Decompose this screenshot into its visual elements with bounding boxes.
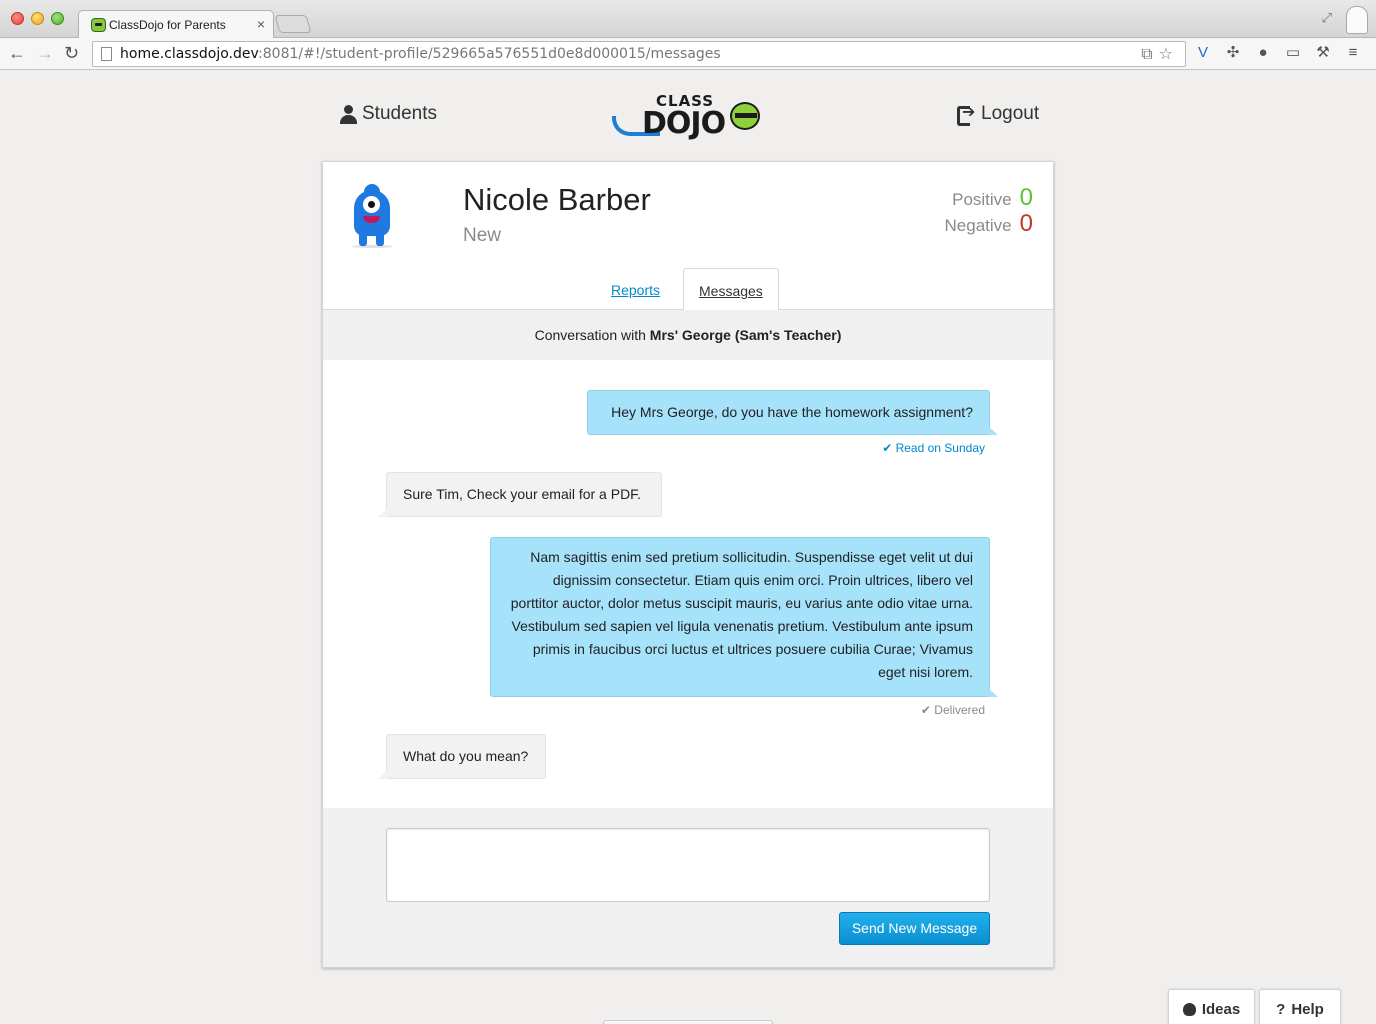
- address-bar[interactable]: home.classdojo.dev:8081/#!/student-profi…: [92, 41, 1186, 67]
- classdojo-logo[interactable]: CLASS DOJO: [612, 90, 764, 142]
- browser-titlebar: ClassDojo for Parents × ⤢: [0, 0, 1376, 39]
- classdojo-favicon-icon: [91, 18, 106, 32]
- shrink-extension-icon[interactable]: ✣: [1224, 44, 1242, 62]
- students-link[interactable]: Students: [340, 103, 437, 125]
- zoom-window-button[interactable]: [51, 12, 64, 25]
- logout-label: Logout: [981, 103, 1040, 124]
- bottom-tab-stub: [603, 1020, 773, 1024]
- bookmark-star-icon[interactable]: ☆: [1159, 46, 1179, 63]
- negative-value: 0: [1019, 210, 1033, 237]
- minimize-window-button[interactable]: [31, 12, 44, 25]
- message-textarea[interactable]: [386, 828, 990, 902]
- logout-icon: [957, 102, 975, 126]
- message-bubble-outgoing: Hey Mrs George, do you have the homework…: [587, 390, 998, 435]
- new-tab-button[interactable]: [274, 15, 312, 33]
- message-bubble-outgoing: Nam sagittis enim sed pretium sollicitud…: [490, 537, 998, 697]
- tab-reports[interactable]: Reports: [596, 268, 675, 310]
- negative-score: Negative 0: [945, 210, 1033, 238]
- positive-label: Positive: [952, 190, 1012, 209]
- message-text: What do you mean?: [403, 748, 529, 764]
- positive-score: Positive 0: [952, 184, 1033, 212]
- back-arrow-icon[interactable]: ←: [8, 43, 26, 64]
- avatar-eye: [363, 196, 380, 213]
- logout-link[interactable]: Logout: [957, 102, 1040, 126]
- circle-extension-icon[interactable]: ●: [1254, 44, 1272, 62]
- help-button[interactable]: ? Help: [1259, 989, 1341, 1024]
- message-text: Sure Tim, Check your email for a PDF.: [403, 486, 642, 502]
- page-icon: [101, 47, 112, 61]
- menu-icon[interactable]: ≡: [1344, 44, 1362, 62]
- lightbulb-icon: [1182, 1003, 1196, 1016]
- student-status: New: [463, 225, 502, 246]
- conversation-header: Conversation with Mrs' George (Sam's Tea…: [323, 310, 1053, 360]
- profile-avatar-icon[interactable]: [1346, 6, 1368, 34]
- ideas-button[interactable]: Ideas: [1168, 989, 1255, 1024]
- compose-area: Send New Message: [323, 808, 1053, 967]
- browser-tab-title: ClassDojo for Parents: [109, 18, 226, 32]
- message-bubble-incoming: Sure Tim, Check your email for a PDF.: [378, 472, 662, 517]
- student-avatar: [347, 182, 397, 248]
- reload-icon[interactable]: ↻: [64, 43, 79, 64]
- forward-arrow-icon[interactable]: →: [36, 43, 54, 64]
- delivered-receipt: ✔ Delivered: [920, 703, 985, 717]
- help-label: Help: [1291, 1001, 1324, 1018]
- message-text: Hey Mrs George, do you have the homework…: [611, 404, 973, 420]
- conversation-partner: Mrs' George (Sam's Teacher): [649, 327, 842, 343]
- students-label: Students: [362, 103, 437, 124]
- page-action-icon[interactable]: ⧉: [1141, 46, 1158, 63]
- negative-label: Negative: [944, 216, 1012, 235]
- profile-tabs: Reports Messages: [323, 268, 1053, 311]
- student-profile-card: Nicole Barber New Positive 0 Negative 0 …: [322, 161, 1054, 968]
- url-text[interactable]: home.classdojo.dev:8081/#!/student-profi…: [120, 46, 721, 62]
- browser-tab[interactable]: ClassDojo for Parents ×: [78, 10, 274, 39]
- user-icon: [340, 104, 357, 124]
- student-name: Nicole Barber: [463, 182, 651, 217]
- cast-icon[interactable]: ▭: [1284, 44, 1302, 62]
- conversation-prefix: Conversation with: [534, 327, 650, 343]
- positive-value: 0: [1019, 184, 1033, 211]
- question-mark-icon: ?: [1276, 1001, 1286, 1018]
- close-window-button[interactable]: [11, 12, 24, 25]
- message-bubble-incoming: What do you mean?: [378, 734, 546, 779]
- omnibox-actions: ⧉☆: [1141, 44, 1179, 64]
- browser-toolbar: ← → ↻ home.classdojo.dev:8081/#!/student…: [0, 38, 1376, 70]
- tab-close-icon[interactable]: ×: [257, 16, 265, 32]
- logo-mascot-icon: [730, 102, 760, 130]
- avatar-shadow: [351, 245, 393, 248]
- read-receipt: ✔ Read on Sunday: [882, 441, 985, 455]
- vimeo-extension-icon[interactable]: V: [1194, 44, 1212, 62]
- logo-dojo-text: DOJO: [642, 106, 726, 141]
- url-path: :8081/#!/student-profile/529665a576551d0…: [258, 46, 721, 62]
- tab-messages[interactable]: Messages: [683, 268, 779, 311]
- send-message-button[interactable]: Send New Message: [839, 912, 990, 945]
- extension-icons: V ✣ ● ▭ ⚒ ≡: [1194, 44, 1362, 62]
- ideas-label: Ideas: [1201, 1001, 1241, 1018]
- fullscreen-icon[interactable]: ⤢: [1322, 10, 1332, 26]
- wrench-icon[interactable]: ⚒: [1314, 44, 1332, 62]
- message-text: Nam sagittis enim sed pretium sollicitud…: [510, 549, 973, 680]
- url-host: home.classdojo.dev: [120, 46, 259, 62]
